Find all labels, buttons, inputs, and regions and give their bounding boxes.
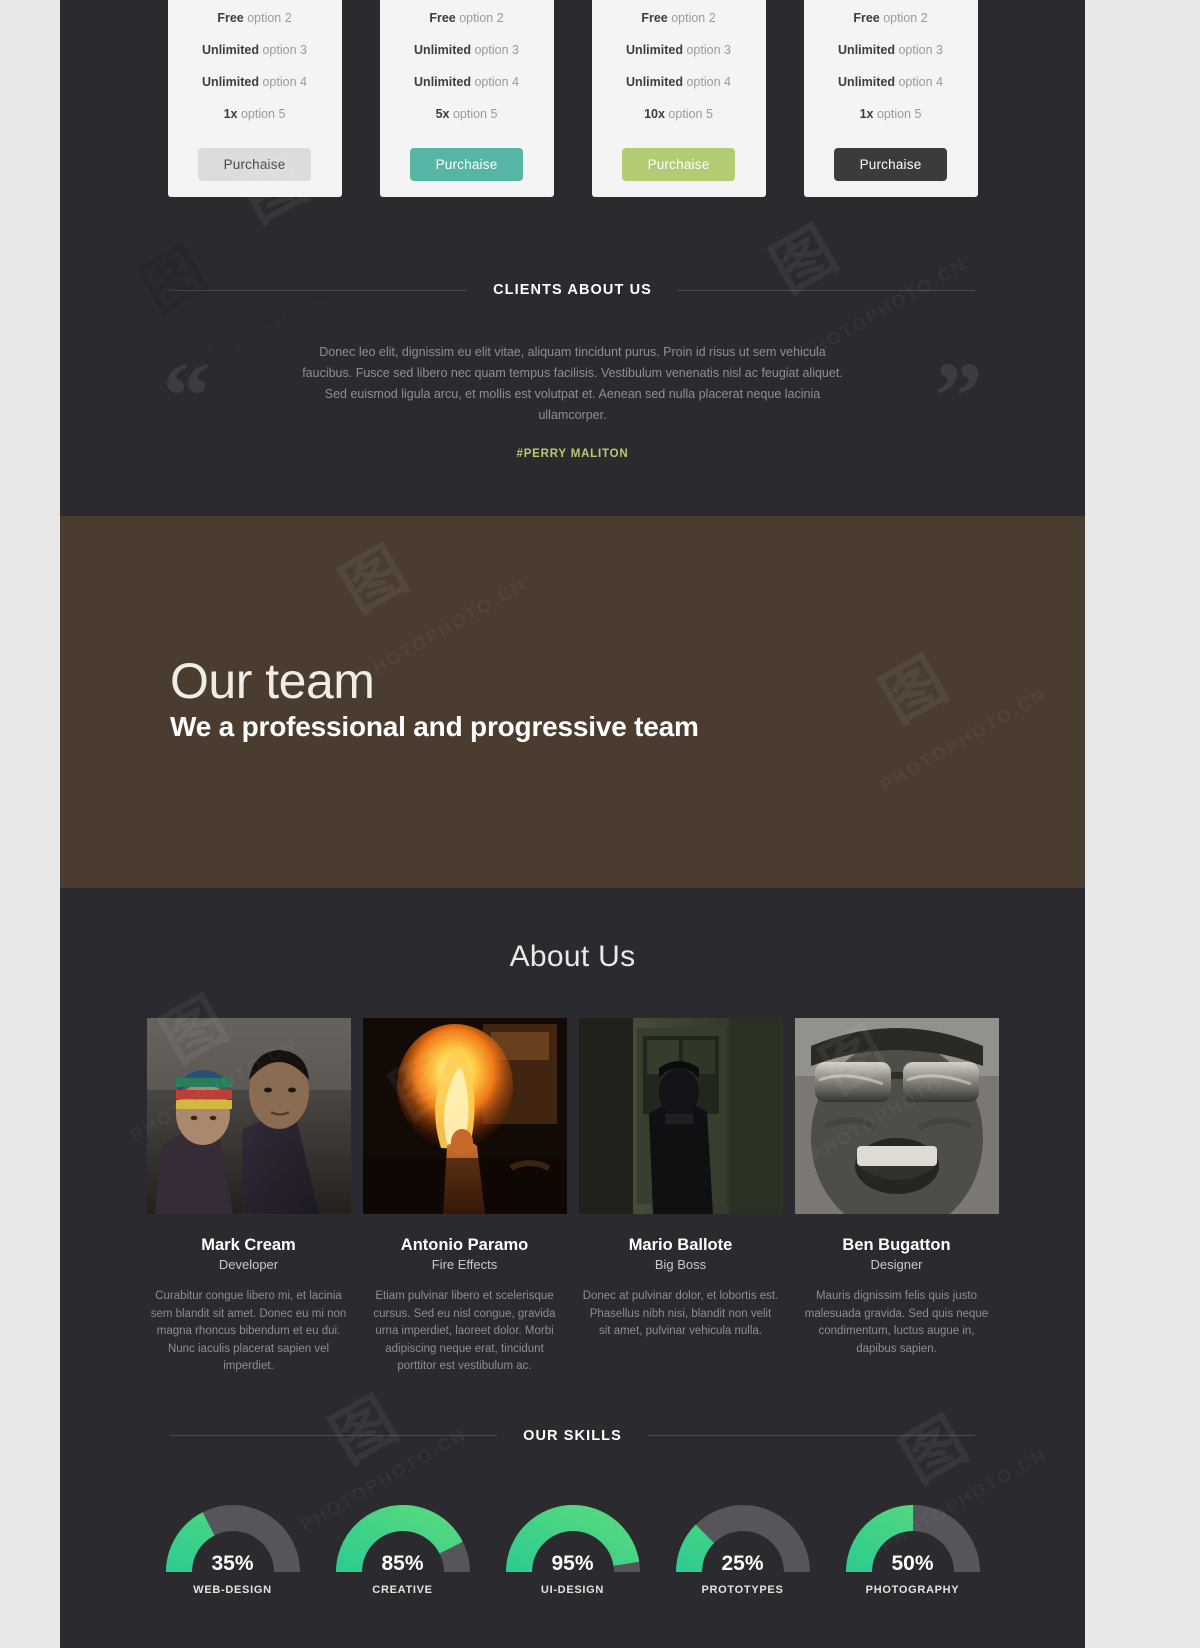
pricing-feature: 5x option 5 [435, 107, 498, 121]
purchase-button-4[interactable]: Purchaise [833, 148, 948, 181]
pricing-card-3[interactable]: Free option 2 Unlimited option 3 Unlimit… [591, 0, 766, 197]
skill-value: 85% [381, 1551, 424, 1575]
team-member-bio: Curabitur congue libero mi, et lacinia s… [150, 1290, 347, 1372]
site-canvas: Free option 2 Unlimited option 3 Unlimit… [60, 0, 1085, 1648]
team-member-card[interactable]: Antonio Paramo Fire Effects Etiam pulvin… [362, 1018, 567, 1376]
team-member-role: Designer [870, 1257, 923, 1272]
pricing-feature: 1x option 5 [223, 107, 286, 121]
team-member-bio: Etiam pulvinar libero et scelerisque cur… [373, 1290, 556, 1372]
pricing-feature: 10x option 5 [644, 107, 713, 121]
team-member-name: Ben Bugatton [842, 1236, 951, 1254]
our-team-banner-text: Our team We a professional and progressi… [170, 656, 699, 743]
team-member-role: Big Boss [654, 1257, 707, 1272]
skills-gauge-row: 35% WEB-DESIGN 85% CREATIVE 95% UI-DESIG… [60, 1496, 1085, 1596]
skill-gauge: 25% PROTOTYPES [669, 1496, 817, 1596]
our-team-title: Our team [170, 653, 375, 709]
pricing-card-row: Free option 2 Unlimited option 3 Unlimit… [60, 0, 1085, 197]
team-member-bio: Donec at pulvinar dolor, et lobortis est… [582, 1290, 779, 1337]
pricing-feature: Unlimited option 3 [202, 43, 307, 57]
testimonial-author: #PERRY MALITON [516, 448, 629, 460]
team-member-role: Fire Effects [431, 1257, 498, 1272]
pricing-feature: Unlimited option 3 [838, 43, 943, 57]
page-root: Free option 2 Unlimited option 3 Unlimit… [0, 0, 1200, 1648]
pricing-feature: Unlimited option 4 [838, 75, 943, 89]
skill-label: PROTOTYPES [701, 1583, 784, 1596]
clients-heading-text: CLIENTS ABOUT US [493, 282, 652, 298]
skill-gauge: 95% UI-DESIGN [499, 1496, 647, 1596]
skill-value: 35% [211, 1551, 254, 1575]
pricing-section: Free option 2 Unlimited option 3 Unlimit… [60, 0, 1085, 218]
about-us-title: About Us [509, 940, 636, 973]
team-member-card[interactable]: Mark Cream Developer Curabitur congue li… [146, 1018, 351, 1376]
team-member-name: Mark Cream [201, 1236, 296, 1254]
skill-value: 95% [551, 1551, 594, 1575]
clients-heading: CLIENTS ABOUT US [60, 282, 1085, 298]
purchase-button-3[interactable]: Purchaise [621, 148, 736, 181]
rule-line-right [647, 1435, 975, 1436]
skill-label: UI-DESIGN [540, 1583, 605, 1596]
skills-heading: OUR SKILLS [60, 1428, 1085, 1444]
team-member-bio: Mauris dignissim felis quis justo malesu… [804, 1290, 989, 1355]
man-holding-baby-photo [146, 1018, 351, 1214]
rule-line-left [170, 289, 468, 291]
purchase-button-1[interactable]: Purchaise [197, 148, 312, 181]
skill-label: CREATIVE [372, 1583, 433, 1596]
team-member-role: Developer [218, 1257, 279, 1272]
pricing-feature: Free option 2 [853, 11, 928, 25]
purchase-button-2[interactable]: Purchaise [409, 148, 524, 181]
skill-value: 50% [891, 1551, 934, 1575]
skills-heading-text: OUR SKILLS [523, 1427, 622, 1444]
man-in-doorway-photo [578, 1018, 783, 1214]
skill-value: 25% [721, 1551, 764, 1575]
skill-label: WEB-DESIGN [193, 1583, 272, 1596]
pricing-feature: Free option 2 [217, 11, 292, 25]
testimonial-text: Donec leo elit, dignissim eu elit vitae,… [302, 345, 843, 422]
pricing-card-2[interactable]: Free option 2 Unlimited option 3 Unlimit… [379, 0, 554, 197]
skill-label: PHOTOGRAPHY [865, 1583, 960, 1596]
team-member-card[interactable]: Mario Ballote Big Boss Donec at pulvinar… [578, 1018, 783, 1376]
pricing-feature: Unlimited option 4 [202, 75, 307, 89]
skill-gauge: 85% CREATIVE [329, 1496, 477, 1596]
skill-gauge: 50% PHOTOGRAPHY [839, 1496, 987, 1596]
pricing-feature: Unlimited option 4 [414, 75, 519, 89]
man-with-sunglasses-photo [794, 1018, 999, 1214]
team-member-card[interactable]: Ben Bugatton Designer Mauris dignissim f… [794, 1018, 999, 1376]
pricing-feature: Unlimited option 3 [414, 43, 519, 57]
team-member-grid: Mark Cream Developer Curabitur congue li… [60, 1018, 1085, 1376]
quote-open-icon: “ [162, 342, 211, 449]
pricing-feature: Free option 2 [641, 11, 716, 25]
rule-line-left [170, 1435, 498, 1436]
skill-gauge: 35% WEB-DESIGN [159, 1496, 307, 1596]
fire-breather-photo [362, 1018, 567, 1214]
clients-testimonial-section: CLIENTS ABOUT US “ ” Donec leo elit, dig… [60, 218, 1085, 516]
pricing-feature: Free option 2 [429, 11, 504, 25]
our-team-subtitle: We a professional and progressive team [170, 711, 699, 742]
team-member-name: Antonio Paramo [400, 1236, 529, 1254]
rule-line-right [677, 289, 975, 291]
about-us-section: About Us Mark Cream Developer Curabitur … [60, 888, 1085, 1376]
team-member-name: Mario Ballote [628, 1236, 733, 1254]
pricing-feature: 1x option 5 [859, 107, 922, 121]
pricing-card-4[interactable]: Free option 2 Unlimited option 3 Unlimit… [803, 0, 978, 197]
our-skills-section: OUR SKILLS 35% WEB-DESIGN 85% CREATIVE 9… [60, 1376, 1085, 1596]
our-team-banner: Our team We a professional and progressi… [60, 516, 1085, 1132]
pricing-feature: Unlimited option 4 [626, 75, 731, 89]
testimonial-block: “ ” Donec leo elit, dignissim eu elit vi… [163, 342, 983, 460]
quote-close-icon: ” [934, 342, 983, 449]
pricing-card-1[interactable]: Free option 2 Unlimited option 3 Unlimit… [167, 0, 342, 197]
pricing-feature: Unlimited option 3 [626, 43, 731, 57]
